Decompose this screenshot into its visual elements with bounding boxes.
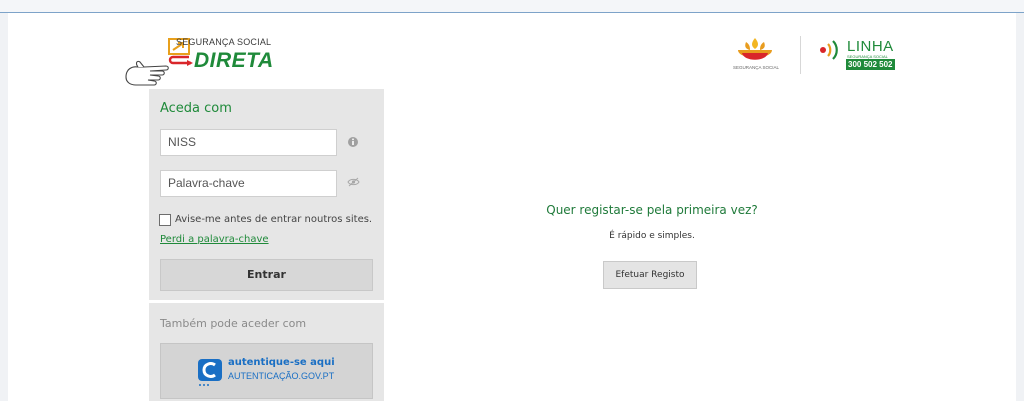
register-title: Quer registar-se pela primeira vez?	[546, 203, 758, 217]
info-circle-icon	[348, 137, 358, 147]
autenticacao-gov-icon	[198, 359, 222, 386]
forgot-password-link[interactable]: Perdi a palavra-chave	[160, 234, 269, 245]
remember-checkbox[interactable]	[159, 213, 171, 226]
info-icon[interactable]	[347, 136, 359, 148]
login-heading: Aceda com	[160, 101, 232, 116]
login-panel: Aceda com NISS Palavra-chave Avise-me an…	[149, 89, 384, 401]
remember-option[interactable]: Avise-me antes de entrar noutros sites.	[159, 209, 373, 226]
seguranca-social-emblem-icon	[738, 38, 772, 60]
linha-logo[interactable]: LINHA SEGURANÇA SOCIAL 300 502 502	[818, 38, 895, 70]
niss-input[interactable]: NISS	[160, 129, 337, 156]
linha-title: LINHA	[847, 38, 894, 55]
autenticacao-gov-button[interactable]: autentique-se aqui AUTENTICAÇÃO.GOV.PT	[160, 343, 373, 399]
eye-slash-icon	[347, 177, 360, 187]
autenticacao-main-text: autentique-se aqui	[228, 357, 335, 368]
seguranca-social-logo: SEGURANÇA SOCIAL	[730, 36, 780, 76]
seguranca-social-caption: SEGURANÇA SOCIAL	[732, 65, 779, 70]
enter-button[interactable]: Entrar	[160, 259, 373, 291]
panel-divider	[149, 300, 384, 303]
show-password-icon[interactable]	[347, 177, 360, 189]
pointing-hand-icon	[125, 60, 169, 86]
remember-label: Avise-me antes de entrar noutros sites.	[175, 214, 373, 225]
logo-divider	[800, 36, 801, 74]
alternative-access-label: Também pode aceder com	[160, 317, 307, 330]
sound-waves-icon	[820, 40, 838, 60]
top-bar	[0, 0, 1024, 13]
linha-phone-number: 300 502 502	[846, 59, 895, 70]
password-input[interactable]: Palavra-chave	[160, 170, 337, 197]
register-subtitle: É rápido e simples.	[609, 231, 695, 241]
register-button[interactable]: Efetuar Registo	[603, 261, 697, 289]
brand-title: DIRETA	[194, 49, 274, 72]
brand-small-text: SEGURANÇA SOCIAL	[176, 37, 272, 47]
autenticacao-sub-text: AUTENTICAÇÃO.GOV.PT	[228, 371, 335, 381]
